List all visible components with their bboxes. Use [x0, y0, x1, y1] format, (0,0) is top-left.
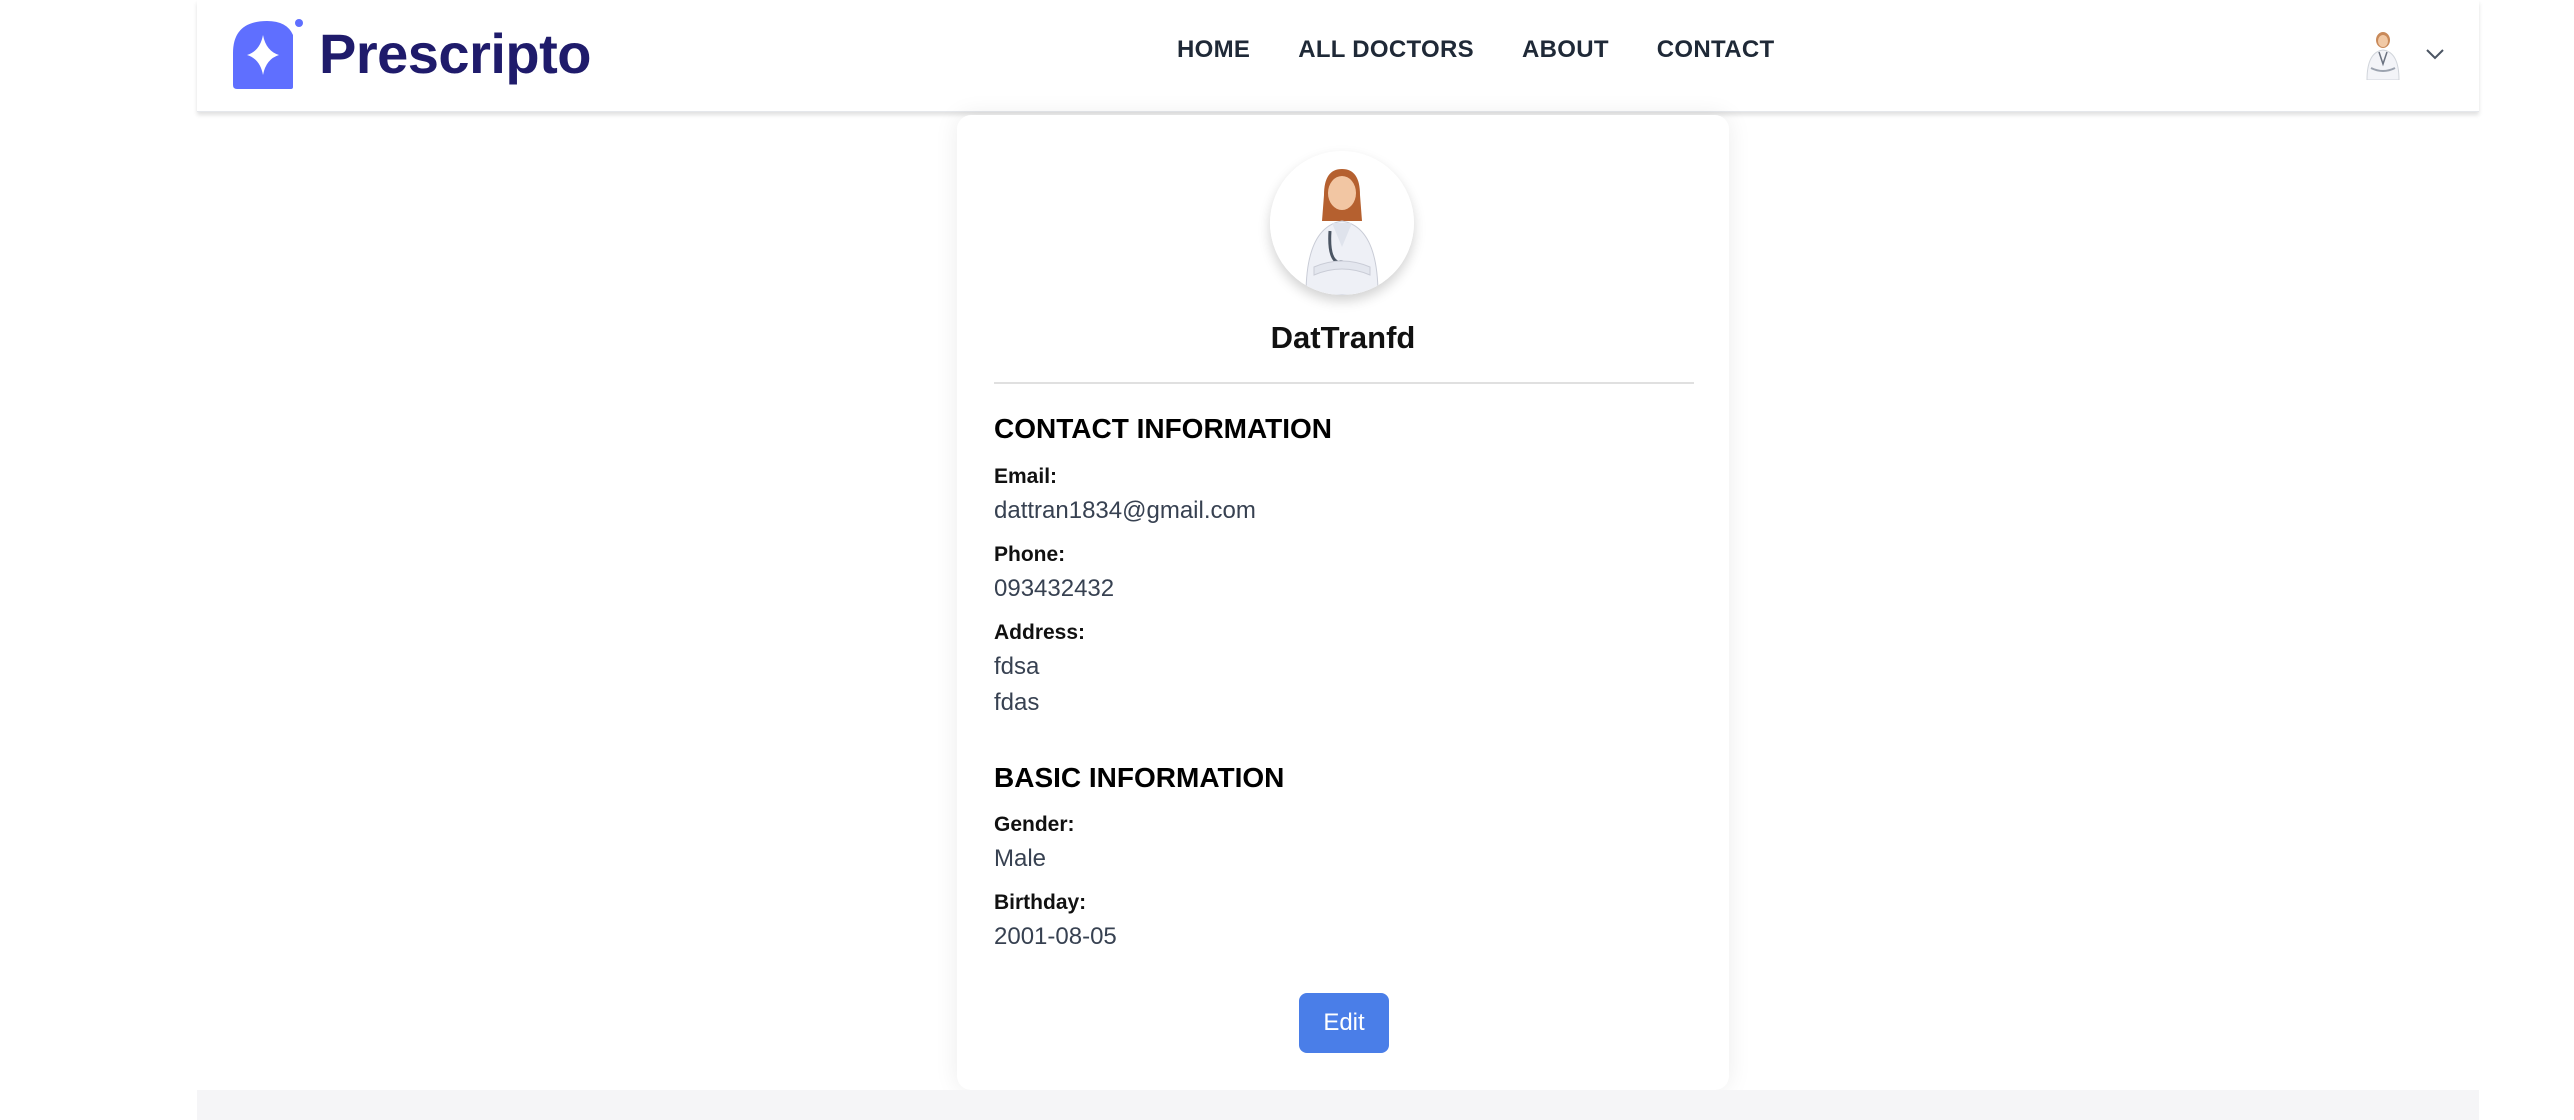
logo-icon: [233, 19, 303, 89]
email-label: Email:: [994, 465, 1058, 488]
gender-value: Male: [994, 845, 1047, 872]
main-nav: HOME ALL DOCTORS ABOUT CONTACT: [1177, 36, 1774, 64]
nav-about[interactable]: ABOUT: [1522, 36, 1609, 64]
brand-name: Prescripto: [319, 21, 592, 85]
divider: [994, 382, 1694, 384]
user-menu[interactable]: [2361, 28, 2445, 80]
nav-home[interactable]: HOME: [1177, 36, 1250, 64]
birthday-value: 2001-08-05: [994, 923, 1117, 950]
phone-label: Phone:: [994, 543, 1066, 566]
basic-info-heading: BASIC INFORMATION: [994, 762, 1285, 793]
address-line-2: fdas: [994, 689, 1040, 716]
edit-button[interactable]: Edit: [1299, 993, 1389, 1053]
address-line-1: fdsa: [994, 653, 1040, 680]
birthday-label: Birthday:: [994, 891, 1087, 914]
profile-card: DatTranfd CONTACT INFORMATION Email: dat…: [957, 115, 1729, 1090]
footer-strip: [197, 1090, 2479, 1120]
nav-all-doctors[interactable]: ALL DOCTORS: [1298, 36, 1474, 64]
doctor-photo-icon: [1270, 151, 1414, 295]
profile-name: DatTranfd: [1270, 320, 1416, 355]
contact-info-heading: CONTACT INFORMATION: [994, 413, 1333, 444]
address-label: Address:: [994, 621, 1086, 644]
phone-value: 093432432: [994, 575, 1115, 602]
logo[interactable]: Prescripto: [233, 16, 592, 90]
email-value: dattran1834@gmail.com: [994, 497, 1256, 524]
nav-contact[interactable]: CONTACT: [1657, 36, 1775, 64]
user-avatar-icon: [2366, 32, 2400, 80]
chevron-down-icon[interactable]: [2425, 47, 2445, 61]
profile-photo: [1270, 151, 1414, 295]
navbar: Prescripto HOME ALL DOCTORS ABOUT CONTAC…: [197, 0, 2479, 112]
gender-label: Gender:: [994, 813, 1075, 836]
